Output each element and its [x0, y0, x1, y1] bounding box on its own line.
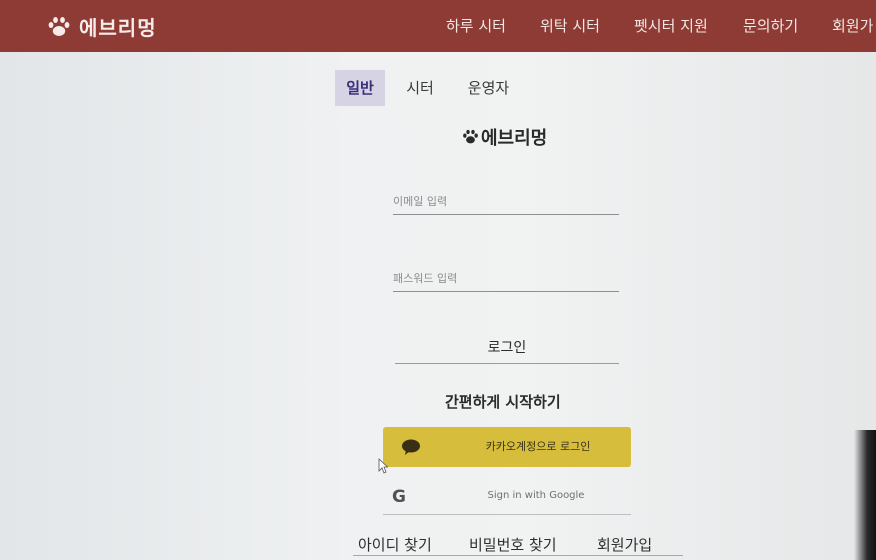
login-button[interactable]: 로그인 — [395, 330, 619, 364]
paw-icon — [48, 16, 70, 36]
form-brand: 에브리멍 — [462, 124, 547, 150]
nav-boarding-sitter[interactable]: 위탁 시터 — [540, 15, 600, 36]
password-input[interactable] — [393, 267, 619, 290]
nav-contact[interactable]: 문의하기 — [743, 15, 798, 36]
account-links: 아이디 찾기 비밀번호 찾기 회원가입 — [358, 530, 678, 556]
google-login-label: Sign in with Google — [487, 490, 585, 501]
kakao-login-button[interactable]: 카카오계정으로 로그인 — [383, 427, 631, 467]
screen-edge-shadow — [854, 430, 876, 560]
password-field — [393, 267, 619, 292]
tab-general[interactable]: 일반 — [335, 70, 385, 106]
form-brand-text: 에브리멍 — [481, 128, 548, 149]
nav-sitter-apply[interactable]: 펫시터 지원 — [634, 15, 708, 36]
nav-day-sitter[interactable]: 하루 시터 — [446, 15, 506, 36]
signup-link[interactable]: 회원가입 — [597, 534, 652, 555]
tab-admin[interactable]: 운영자 — [461, 70, 516, 106]
find-id-link[interactable]: 아이디 찾기 — [358, 534, 432, 555]
links-divider — [353, 555, 683, 556]
logo-link[interactable]: 에브리멍 — [47, 12, 157, 41]
kakao-login-label: 카카오계정으로 로그인 — [485, 440, 591, 453]
mouse-cursor-icon — [378, 458, 388, 474]
chat-bubble-icon — [402, 439, 420, 455]
google-icon: G — [392, 487, 406, 507]
email-field — [393, 190, 619, 215]
nav-signup[interactable]: 회원가 — [832, 15, 873, 36]
social-login-heading: 간편하게 시작하기 — [445, 393, 561, 411]
paw-icon — [463, 129, 478, 144]
google-login-button[interactable]: G Sign in with Google — [383, 480, 631, 515]
find-password-link[interactable]: 비밀번호 찾기 — [469, 534, 557, 555]
logo-text: 에브리멍 — [79, 16, 157, 40]
tab-sitter[interactable]: 시터 — [400, 70, 440, 106]
email-input[interactable] — [393, 190, 619, 213]
top-navbar: 에브리멍 하루 시터 위탁 시터 펫시터 지원 문의하기 회원가 — [0, 0, 876, 52]
